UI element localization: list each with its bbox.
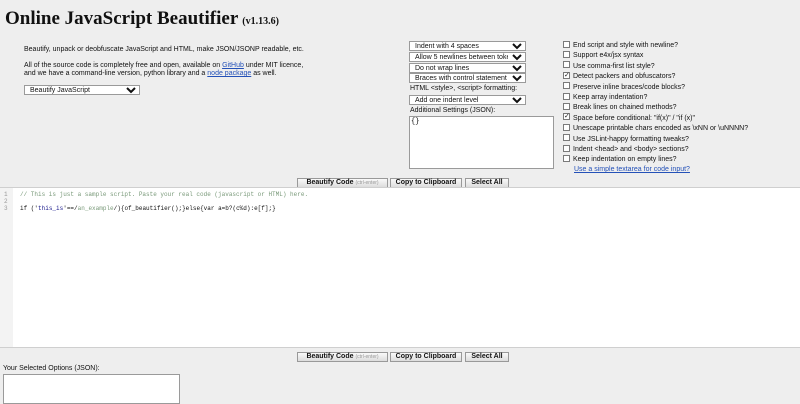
option-label: Indent <head> and <body> sections? bbox=[573, 146, 689, 153]
checkbox[interactable] bbox=[563, 123, 570, 131]
option-label: Unescape printable chars encoded as \xNN… bbox=[573, 125, 749, 133]
intro-text: as well. bbox=[251, 70, 277, 77]
intro-text: and we have a command-line version, pyth… bbox=[24, 70, 208, 77]
checkbox[interactable] bbox=[563, 82, 570, 90]
beautify-shortcut-hint: (ctrl-enter) bbox=[355, 354, 379, 360]
beautify-shortcut-hint: (ctrl-enter) bbox=[355, 180, 379, 186]
option-row[interactable]: ✓ Detect packers and obfuscators? bbox=[563, 71, 676, 82]
code-editor[interactable]: 1 2 3 // This is just a sample script. P… bbox=[0, 187, 800, 348]
additional-settings-input[interactable]: {} bbox=[409, 116, 554, 169]
newlines-select[interactable]: Allow 5 newlines between tokens bbox=[409, 52, 526, 62]
code-string: this_is bbox=[38, 205, 64, 212]
indent-select[interactable]: Indent with 4 spaces bbox=[409, 41, 526, 51]
option-label: Use comma-first list style? bbox=[573, 62, 655, 70]
intro-line-3: and we have a command-line version, pyth… bbox=[24, 70, 277, 78]
option-row[interactable]: Use comma-first list style? bbox=[563, 61, 655, 72]
beautify-button-bottom[interactable]: Beautify Code (ctrl-enter) bbox=[297, 352, 388, 362]
code-regex: an_example bbox=[77, 205, 114, 212]
title-text: Online JavaScript Beautifier bbox=[5, 8, 239, 29]
language-select[interactable]: Beautify JavaScript bbox=[24, 85, 140, 95]
checkbox[interactable] bbox=[563, 103, 570, 111]
checkbox[interactable] bbox=[563, 144, 570, 152]
beautify-label: Beautify Code bbox=[306, 353, 354, 360]
version-label: (v1.13.6) bbox=[242, 16, 279, 27]
intro-text: under MIT licence, bbox=[243, 62, 304, 69]
option-label: Use JSLint-happy formatting tweaks? bbox=[573, 135, 689, 143]
html-indent-select[interactable]: Add one indent level bbox=[409, 95, 526, 105]
checkbox[interactable] bbox=[563, 155, 570, 163]
option-label: Space before conditional: "if(x)" / "if … bbox=[573, 114, 695, 122]
additional-settings-label: Additional Settings (JSON): bbox=[410, 107, 496, 114]
code-token: /){of_beautifier();}else{var a=b?(c%d):e… bbox=[113, 205, 276, 212]
github-link[interactable]: GitHub bbox=[222, 62, 244, 69]
code-token: '==/ bbox=[63, 205, 78, 212]
checkbox[interactable] bbox=[563, 134, 570, 142]
copy-button-bottom[interactable]: Copy to Clipboard bbox=[390, 352, 462, 362]
intro-text: All of the source code is completely fre… bbox=[24, 62, 223, 69]
checkbox[interactable] bbox=[563, 51, 570, 59]
checkbox[interactable] bbox=[563, 40, 570, 48]
option-label: Support e4x/jsx syntax bbox=[573, 52, 644, 60]
page-title: Online JavaScript Beautifier (v1.13.6) bbox=[5, 8, 279, 30]
html-formatting-label: HTML <style>, <script> formatting: bbox=[410, 85, 518, 92]
option-label: Detect packers and obfuscators? bbox=[573, 73, 676, 81]
line-number: 3 bbox=[4, 205, 8, 212]
selected-options-label: Your Selected Options (JSON): bbox=[3, 365, 100, 372]
option-label: End script and style with newline? bbox=[573, 42, 679, 49]
option-row[interactable]: Unescape printable chars encoded as \xNN… bbox=[563, 123, 749, 134]
intro-line-1: Beautify, unpack or deobfuscate JavaScri… bbox=[24, 46, 304, 53]
option-row[interactable]: Keep array indentation? bbox=[563, 92, 648, 103]
checkbox-checked[interactable]: ✓ bbox=[563, 113, 570, 121]
option-row[interactable]: Support e4x/jsx syntax bbox=[563, 51, 643, 61]
line-number: 1 bbox=[4, 191, 8, 198]
beautify-label: Beautify Code bbox=[306, 179, 354, 186]
option-row[interactable]: End script and style with newline? bbox=[563, 40, 679, 51]
code-line-3: if ('this_is'==/an_example/){of_beautifi… bbox=[20, 205, 276, 212]
simple-textarea-link[interactable]: Use a simple textarea for code input? bbox=[574, 166, 690, 173]
option-row[interactable]: Keep indentation on empty lines? bbox=[563, 155, 677, 165]
wrap-select[interactable]: Do not wrap lines bbox=[409, 63, 526, 73]
intro-line-2: All of the source code is completely fre… bbox=[24, 62, 303, 70]
checkbox-checked[interactable]: ✓ bbox=[563, 71, 570, 79]
option-row[interactable]: Use JSLint-happy formatting tweaks? bbox=[563, 134, 689, 145]
checkbox[interactable] bbox=[563, 92, 570, 100]
line-number-gutter: 1 2 3 bbox=[0, 188, 13, 347]
code-token: if (' bbox=[20, 205, 39, 212]
option-label: Keep array indentation? bbox=[573, 94, 648, 101]
option-row[interactable]: Break lines on chained methods? bbox=[563, 103, 677, 113]
select-all-button-bottom[interactable]: Select All bbox=[465, 352, 509, 362]
option-label: Keep indentation on empty lines? bbox=[573, 156, 677, 164]
option-label: Preserve inline braces/code blocks? bbox=[573, 83, 686, 91]
option-row[interactable]: ✓ Space before conditional: "if(x)" / "if… bbox=[563, 113, 695, 124]
code-line-1: // This is just a sample script. Paste y… bbox=[20, 191, 309, 198]
option-row[interactable]: Indent <head> and <body> sections? bbox=[563, 144, 689, 155]
line-number: 2 bbox=[4, 198, 8, 205]
braces-select[interactable]: Braces with control statement bbox=[409, 73, 526, 83]
checkbox[interactable] bbox=[563, 61, 570, 69]
option-row[interactable]: Preserve inline braces/code blocks? bbox=[563, 82, 686, 93]
option-label: Break lines on chained methods? bbox=[573, 104, 677, 112]
node-package-link[interactable]: node package bbox=[207, 70, 251, 77]
